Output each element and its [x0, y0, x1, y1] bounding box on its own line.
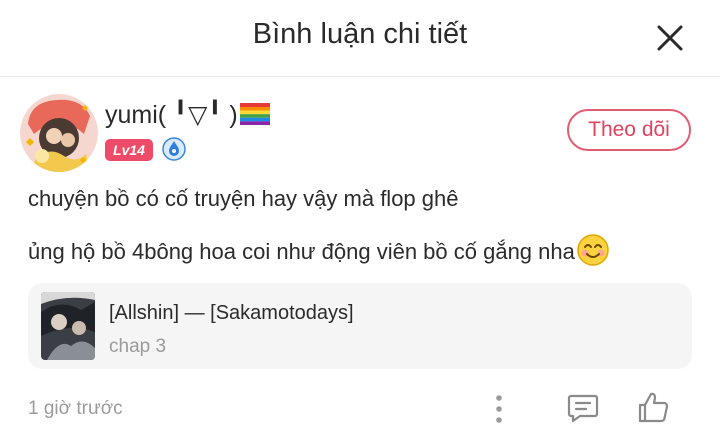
- comment-icon[interactable]: [566, 392, 600, 424]
- timestamp: 1 giờ trước: [28, 398, 123, 419]
- thumbs-up-icon[interactable]: [636, 390, 670, 424]
- header: Bình luận chi tiết: [0, 0, 720, 77]
- close-icon[interactable]: [654, 22, 686, 54]
- follow-button[interactable]: Theo dõi: [567, 109, 691, 151]
- story-chapter: chap 3: [109, 336, 167, 357]
- more-vertical-icon[interactable]: [488, 392, 510, 426]
- story-title: [Allshin] — [Sakamotodays]: [109, 302, 354, 324]
- comment-text-line-2: ủng hộ bồ 4bông hoa coi như động viên bồ…: [28, 233, 610, 267]
- level-badge: Lv14: [105, 139, 153, 161]
- story-thumbnail: [41, 292, 95, 360]
- story-card[interactable]: [Allshin] — [Sakamotodays] chap 3: [28, 283, 692, 369]
- avatar[interactable]: [20, 94, 98, 172]
- comment-text-line-1: chuyện bồ có cố truyện hay vậy mà flop g…: [28, 186, 459, 211]
- rainbow-flag-icon: [239, 103, 270, 125]
- username-text: yumi( ╹▽╹ ): [105, 101, 238, 129]
- comment-text-line-2-text: ủng hộ bồ 4bông hoa coi như động viên bồ…: [28, 239, 575, 264]
- blue-verified-badge-icon: [162, 137, 186, 161]
- smiley-emoji-icon: [577, 234, 609, 266]
- page-title: Bình luận chi tiết: [252, 18, 468, 50]
- username[interactable]: yumi( ╹▽╹ ): [105, 100, 270, 130]
